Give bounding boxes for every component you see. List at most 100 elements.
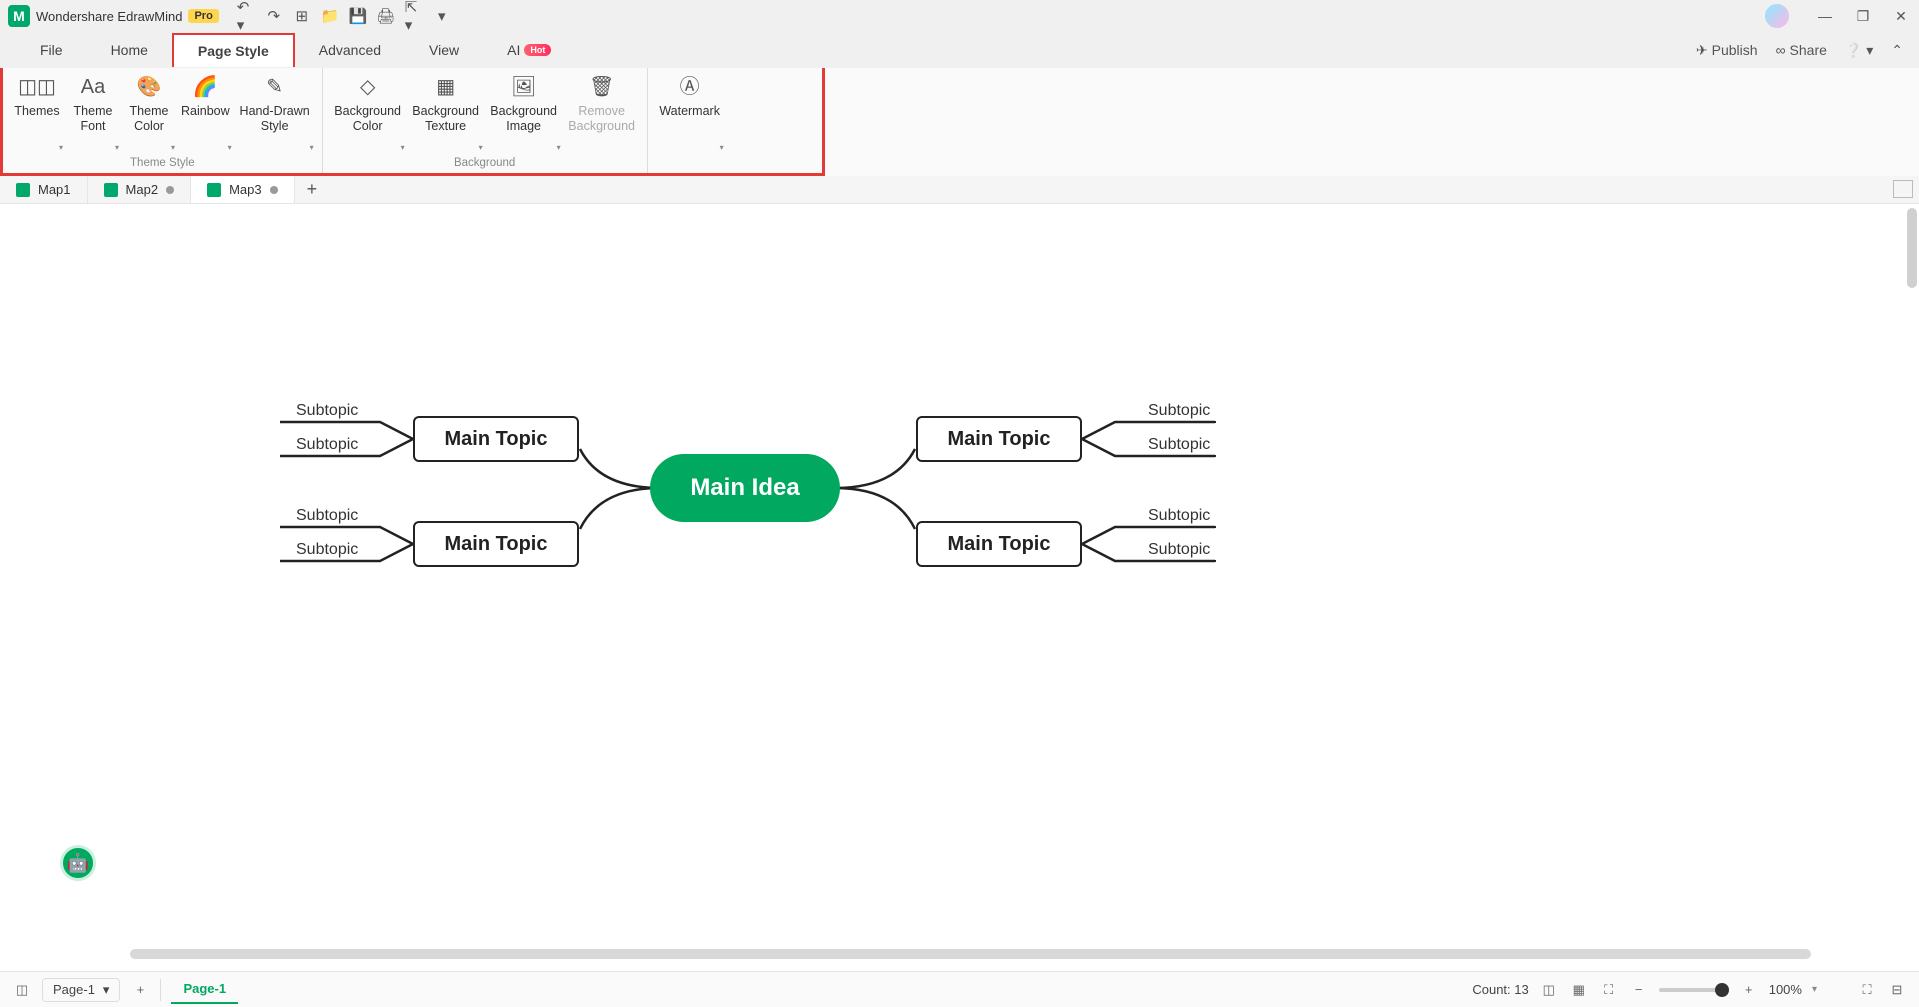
theme-color-button[interactable]: 🎨 Theme Color ▾ bbox=[121, 72, 177, 155]
print-button[interactable]: 🖨 bbox=[377, 7, 395, 25]
share-button[interactable]: ∞ Share bbox=[1776, 42, 1827, 58]
menu-page-style[interactable]: Page Style bbox=[172, 33, 295, 67]
user-avatar[interactable] bbox=[1765, 4, 1789, 28]
node-subtopic[interactable]: Subtopic bbox=[1142, 541, 1216, 562]
doctab-map2[interactable]: Map2 bbox=[88, 176, 192, 203]
fit-page-icon[interactable]: ⛶ bbox=[1599, 980, 1619, 1000]
undo-button[interactable]: ↶ ▾ bbox=[237, 7, 255, 25]
publish-icon: ✈ bbox=[1696, 42, 1708, 59]
publish-button[interactable]: ✈ Publish bbox=[1696, 42, 1758, 59]
view-mode-2-icon[interactable]: ▦ bbox=[1569, 980, 1589, 1000]
themes-button[interactable]: ◫◫ Themes ▾ bbox=[9, 72, 65, 155]
minimize-button[interactable]: — bbox=[1815, 6, 1835, 26]
menu-advanced[interactable]: Advanced bbox=[295, 33, 405, 67]
watermark-icon: Ⓐ bbox=[677, 74, 703, 100]
map-icon bbox=[104, 183, 118, 197]
more-button[interactable]: ▾ bbox=[433, 7, 451, 25]
save-button[interactable]: 💾 bbox=[349, 7, 367, 25]
node-subtopic[interactable]: Subtopic bbox=[290, 507, 364, 528]
page-tab[interactable]: Page-1 bbox=[171, 975, 238, 1004]
menu-ai[interactable]: AI Hot bbox=[483, 33, 575, 67]
mindmap: Main Idea Main Topic Subtopic Subtopic M… bbox=[280, 374, 1220, 754]
redo-button[interactable]: ↷ bbox=[265, 7, 283, 25]
ribbon-group-label: Background bbox=[329, 155, 641, 173]
theme-font-button[interactable]: Aa Theme Font ▾ bbox=[65, 72, 121, 155]
doctab-label: Map2 bbox=[126, 182, 159, 197]
zoom-label: 100% bbox=[1769, 982, 1802, 997]
publish-label: Publish bbox=[1712, 42, 1758, 58]
watermark-button[interactable]: Ⓐ Watermark ▾ bbox=[654, 72, 726, 155]
ribbon-group-watermark: Ⓐ Watermark ▾ bbox=[648, 68, 732, 173]
node-main-topic[interactable]: Main Topic bbox=[413, 521, 579, 567]
map-icon bbox=[207, 183, 221, 197]
add-page-button[interactable]: + bbox=[130, 980, 150, 1000]
doctab-map1[interactable]: Map1 bbox=[0, 176, 88, 203]
collapse-ribbon-button[interactable]: ⌃ bbox=[1891, 42, 1903, 59]
doctab-map3[interactable]: Map3 bbox=[191, 176, 295, 203]
maximize-button[interactable]: ❐ bbox=[1853, 6, 1873, 26]
zoom-in-button[interactable]: + bbox=[1739, 980, 1759, 1000]
outline-toggle-button[interactable] bbox=[1893, 180, 1913, 198]
quick-access-toolbar: ↶ ▾ ↷ ⊞ 📁 💾 🖨 ⇱ ▾ ▾ bbox=[237, 7, 451, 25]
menu-file[interactable]: File bbox=[16, 33, 87, 67]
chevron-down-icon[interactable]: ▾ bbox=[1812, 984, 1817, 995]
help-button[interactable]: ❔ ▾ bbox=[1845, 42, 1873, 59]
color-palette-icon: 🎨 bbox=[136, 74, 162, 100]
fullscreen-icon[interactable]: ⛶ bbox=[1857, 980, 1877, 1000]
node-main-topic[interactable]: Main Topic bbox=[413, 416, 579, 462]
node-subtopic[interactable]: Subtopic bbox=[290, 541, 364, 562]
page-panel-icon[interactable]: ◫ bbox=[12, 980, 32, 1000]
scrollbar-thumb[interactable] bbox=[1907, 208, 1917, 288]
remove-bg-button[interactable]: 🗑 Remove Background bbox=[563, 72, 641, 155]
hot-badge: Hot bbox=[524, 44, 551, 56]
zoom-thumb[interactable] bbox=[1715, 983, 1729, 997]
app-logo-icon: M bbox=[8, 5, 30, 27]
themes-icon: ◫◫ bbox=[24, 74, 50, 100]
open-button[interactable]: 📁 bbox=[321, 7, 339, 25]
hand-drawn-button[interactable]: ✎ Hand-Drawn Style ▾ bbox=[234, 72, 316, 155]
menu-ai-label: AI bbox=[507, 42, 520, 58]
zoom-slider[interactable] bbox=[1659, 988, 1729, 992]
status-bar: ◫ Page-1 ▾ + Page-1 Count: 13 ◫ ▦ ⛶ − + … bbox=[0, 971, 1919, 1007]
new-button[interactable]: ⊞ bbox=[293, 7, 311, 25]
bg-texture-button[interactable]: ▦ Background Texture ▾ bbox=[407, 72, 485, 155]
close-button[interactable]: ✕ bbox=[1891, 6, 1911, 26]
count-label: Count: 13 bbox=[1472, 982, 1528, 997]
map-icon bbox=[16, 183, 30, 197]
node-subtopic[interactable]: Subtopic bbox=[1142, 507, 1216, 528]
page-select-label: Page-1 bbox=[53, 982, 95, 997]
view-mode-1-icon[interactable]: ◫ bbox=[1539, 980, 1559, 1000]
share-label: Share bbox=[1790, 42, 1827, 58]
bg-color-button[interactable]: ◇ Background Color ▾ bbox=[329, 72, 407, 155]
node-main-topic[interactable]: Main Topic bbox=[916, 521, 1082, 567]
add-tab-button[interactable]: + bbox=[295, 179, 330, 200]
rainbow-button[interactable]: 🌈 Rainbow ▾ bbox=[177, 72, 234, 155]
canvas[interactable]: Main Idea Main Topic Subtopic Subtopic M… bbox=[0, 204, 1919, 971]
node-subtopic[interactable]: Subtopic bbox=[1142, 436, 1216, 457]
chevron-down-icon: ▾ bbox=[103, 982, 110, 998]
export-button[interactable]: ⇱ ▾ bbox=[405, 7, 423, 25]
pro-badge: Pro bbox=[188, 9, 218, 23]
menu-home[interactable]: Home bbox=[87, 33, 172, 67]
bg-image-button[interactable]: 🖼 Background Image ▾ bbox=[485, 72, 563, 155]
node-subtopic[interactable]: Subtopic bbox=[290, 436, 364, 457]
remove-icon: 🗑 bbox=[589, 74, 615, 100]
zoom-out-button[interactable]: − bbox=[1629, 980, 1649, 1000]
node-subtopic[interactable]: Subtopic bbox=[1142, 402, 1216, 423]
node-main-topic[interactable]: Main Topic bbox=[916, 416, 1082, 462]
ai-assistant-button[interactable]: 🤖 bbox=[60, 845, 96, 881]
scrollbar-thumb[interactable] bbox=[130, 949, 1811, 959]
ribbon-group-theme-style: ◫◫ Themes ▾ Aa Theme Font ▾ 🎨 Theme Colo… bbox=[3, 68, 323, 173]
doctab-label: Map3 bbox=[229, 182, 262, 197]
pencil-icon: ✎ bbox=[262, 74, 288, 100]
ribbon-group-label: Theme Style bbox=[9, 155, 316, 173]
collapse-icon[interactable]: ⊟ bbox=[1887, 980, 1907, 1000]
node-subtopic[interactable]: Subtopic bbox=[290, 402, 364, 423]
node-main-idea[interactable]: Main Idea bbox=[650, 454, 840, 522]
app-title: Wondershare EdrawMind bbox=[36, 9, 182, 24]
horizontal-scrollbar[interactable] bbox=[130, 949, 1899, 959]
menu-view[interactable]: View bbox=[405, 33, 483, 67]
font-icon: Aa bbox=[80, 74, 106, 100]
page-selector[interactable]: Page-1 ▾ bbox=[42, 978, 120, 1002]
vertical-scrollbar[interactable] bbox=[1907, 208, 1917, 931]
